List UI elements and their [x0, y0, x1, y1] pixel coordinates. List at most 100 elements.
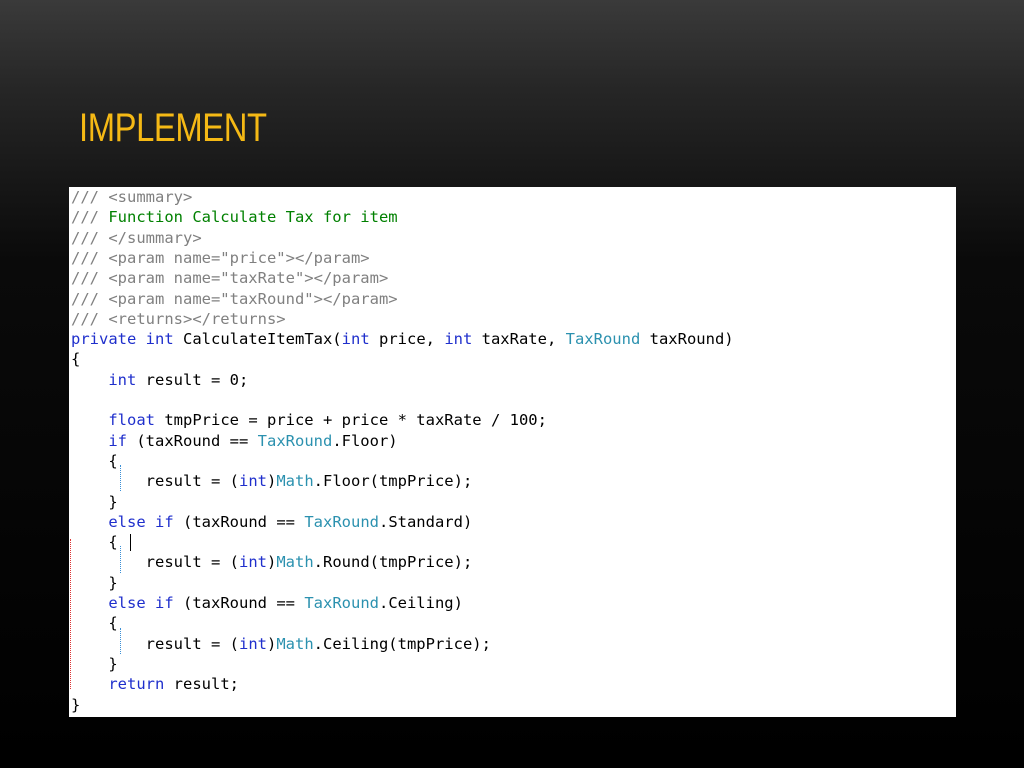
code-token: TaxRound	[257, 431, 333, 450]
code-token: int	[145, 330, 174, 349]
code-token: .Floor)	[332, 431, 398, 450]
code-token: taxRate,	[472, 330, 566, 349]
code-line: result = (int)Math.Floor(tmpPrice);	[71, 471, 473, 491]
code-token: result = 0;	[136, 370, 249, 389]
code-token: Math	[276, 472, 314, 491]
code-token: {	[71, 533, 118, 552]
code-token: /// <param name="price"></param>	[71, 248, 370, 267]
code-token: int	[238, 553, 267, 572]
code-token: TaxRound	[304, 512, 379, 531]
code-token: (taxRound ==	[173, 594, 305, 612]
code-line: /// <summary>	[71, 187, 192, 207]
code-line: {	[71, 532, 118, 552]
code-token: }	[71, 492, 118, 511]
code-token: Math	[276, 553, 314, 572]
code-token: /// <param name="taxRound"></param>	[71, 289, 398, 308]
code-token: int	[108, 370, 137, 389]
code-token: .Ceiling(tmpPrice);	[313, 634, 491, 653]
code-token: (taxRound ==	[127, 431, 258, 450]
code-token: price,	[369, 330, 445, 349]
code-token: int	[238, 634, 267, 653]
code-line: /// </summary>	[71, 228, 202, 248]
indent-guide	[120, 627, 121, 654]
code-token: )	[266, 634, 277, 653]
code-token: int	[238, 472, 267, 491]
code-token: else	[108, 594, 146, 612]
code-token: CalculateItemTax(	[173, 330, 342, 349]
code-token: TaxRound	[304, 594, 379, 612]
code-token: /// <param name="taxRate"></param>	[71, 269, 389, 288]
code-line: private int CalculateItemTax(int price, …	[71, 329, 734, 349]
code-line: int result = 0;	[71, 370, 248, 390]
code-token: }	[71, 573, 118, 592]
code-token: result = (	[71, 634, 239, 653]
code-token: .Standard)	[378, 512, 473, 531]
code-token: result = (	[71, 553, 239, 572]
code-line: return result;	[71, 674, 239, 694]
code-line: /// Function Calculate Tax for item	[71, 207, 398, 227]
code-line: {	[71, 349, 80, 369]
code-token: /// <summary>	[71, 188, 193, 206]
code-token: taxRound)	[640, 330, 734, 349]
code-token: float	[108, 411, 155, 430]
code-line: /// <param name="taxRate"></param>	[71, 268, 388, 288]
code-token: Math	[276, 634, 314, 653]
code-line: if (taxRound == TaxRound.Floor)	[71, 431, 398, 451]
code-line: /// <param name="taxRound"></param>	[71, 289, 398, 309]
code-token: }	[71, 654, 118, 673]
code-token: if	[155, 512, 174, 531]
code-token: {	[71, 451, 118, 470]
code-token: ///	[71, 208, 109, 227]
code-token: }	[71, 695, 81, 714]
code-token: {	[71, 350, 81, 369]
code-line: {	[71, 613, 118, 633]
code-token: (taxRound ==	[173, 512, 305, 531]
code-token: result;	[164, 675, 239, 694]
code-token: /// <returns></returns>	[71, 309, 286, 328]
code-line: {	[71, 451, 118, 471]
code-line: else if (taxRound == TaxRound.Standard)	[71, 512, 472, 532]
code-token: if	[108, 431, 127, 450]
code-token: result = (	[71, 472, 239, 491]
indent-guide	[120, 465, 121, 492]
code-line: }	[71, 573, 118, 593]
code-token: .Ceiling)	[378, 594, 463, 612]
code-line: /// <param name="price"></param>	[71, 248, 370, 268]
code-token: Function Calculate Tax for item	[108, 208, 398, 227]
code-token: else	[108, 512, 146, 531]
text-caret	[130, 534, 131, 552]
code-token: int	[341, 330, 370, 349]
code-line: }	[71, 492, 118, 512]
code-line: result = (int)Math.Ceiling(tmpPrice);	[71, 634, 491, 654]
code-line: result = (int)Math.Round(tmpPrice);	[71, 552, 473, 572]
code-token: if	[155, 594, 174, 612]
code-token: )	[266, 553, 277, 572]
slide-title: IMPLEMENT	[79, 106, 267, 150]
indent-guide	[120, 546, 121, 573]
code-line: }	[71, 654, 118, 674]
code-line: float tmpPrice = price + price * taxRate…	[71, 410, 547, 430]
code-token: private	[71, 330, 137, 349]
code-line: }	[71, 695, 80, 715]
code-token: )	[266, 472, 277, 491]
code-token: .Floor(tmpPrice);	[313, 472, 473, 491]
code-token: int	[444, 330, 473, 349]
code-line: else if (taxRound == TaxRound.Ceiling)	[71, 593, 463, 613]
code-token: TaxRound	[565, 330, 641, 349]
code-token: {	[71, 614, 118, 633]
code-editor[interactable]: /// <summary>/// Function Calculate Tax …	[69, 187, 956, 717]
code-token: return	[108, 675, 165, 694]
code-token: /// </summary>	[71, 228, 202, 247]
code-token: tmpPrice = price + price * taxRate / 100…	[155, 411, 547, 430]
code-token: .Round(tmpPrice);	[313, 553, 473, 572]
code-line: /// <returns></returns>	[71, 309, 286, 329]
